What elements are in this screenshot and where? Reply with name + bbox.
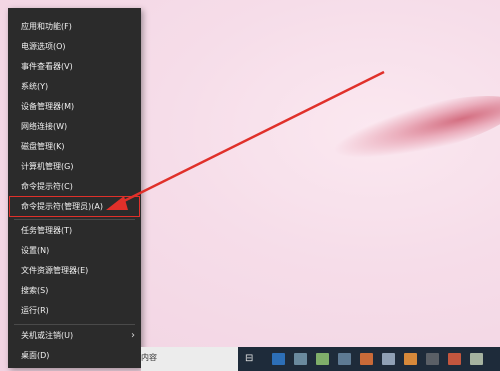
taskbar-app-icon[interactable] <box>294 353 307 365</box>
menu-item-task-manager[interactable]: 任务管理器(T) <box>8 222 141 240</box>
taskbar-app-icon[interactable] <box>470 353 483 365</box>
menu-item-system[interactable]: 系统(Y) <box>8 78 141 96</box>
menu-item-run[interactable]: 运行(R) <box>8 302 141 320</box>
menu-item-shutdown-label: 关机或注销(U) <box>21 331 74 340</box>
menu-item-command-prompt[interactable]: 命令提示符(C) <box>8 178 141 196</box>
menu-item-disk-management[interactable]: 磁盘管理(K) <box>8 138 141 156</box>
menu-item-event-viewer[interactable]: 事件查看器(V) <box>8 58 141 76</box>
taskbar-app-icon[interactable] <box>316 353 329 365</box>
task-view-icon[interactable]: ⊟ <box>245 353 253 364</box>
menu-item-search[interactable]: 搜索(S) <box>8 282 141 300</box>
quick-link-menu: 应用和功能(F) 电源选项(O) 事件查看器(V) 系统(Y) 设备管理器(M)… <box>8 8 141 368</box>
menu-item-network-connections[interactable]: 网络连接(W) <box>8 118 141 136</box>
taskbar: 内容 ⊟ <box>141 347 500 371</box>
menu-divider <box>14 324 135 325</box>
taskbar-app-icon[interactable] <box>448 353 461 365</box>
wallpaper-streak <box>327 82 500 174</box>
chevron-right-icon: › <box>131 330 135 341</box>
taskbar-apps-area: ⊟ <box>238 347 500 371</box>
menu-item-shutdown-signout[interactable]: 关机或注销(U) › <box>8 327 141 345</box>
menu-item-settings[interactable]: 设置(N) <box>8 242 141 260</box>
menu-divider <box>14 219 135 220</box>
menu-item-file-explorer[interactable]: 文件资源管理器(E) <box>8 262 141 280</box>
highlight-box <box>9 196 140 217</box>
taskbar-app-icon[interactable] <box>360 353 373 365</box>
menu-item-desktop[interactable]: 桌面(D) <box>8 347 141 365</box>
menu-item-power-options[interactable]: 电源选项(O) <box>8 38 141 56</box>
taskbar-app-icon[interactable] <box>426 353 439 365</box>
taskbar-app-icon[interactable] <box>404 353 417 365</box>
menu-item-computer-management[interactable]: 计算机管理(G) <box>8 158 141 176</box>
menu-item-device-manager[interactable]: 设备管理器(M) <box>8 98 141 116</box>
taskbar-app-icon[interactable] <box>272 353 285 365</box>
taskbar-search-text[interactable]: 内容 <box>141 352 157 363</box>
menu-item-apps-features[interactable]: 应用和功能(F) <box>8 18 141 36</box>
taskbar-app-icon[interactable] <box>338 353 351 365</box>
taskbar-app-icon[interactable] <box>382 353 395 365</box>
